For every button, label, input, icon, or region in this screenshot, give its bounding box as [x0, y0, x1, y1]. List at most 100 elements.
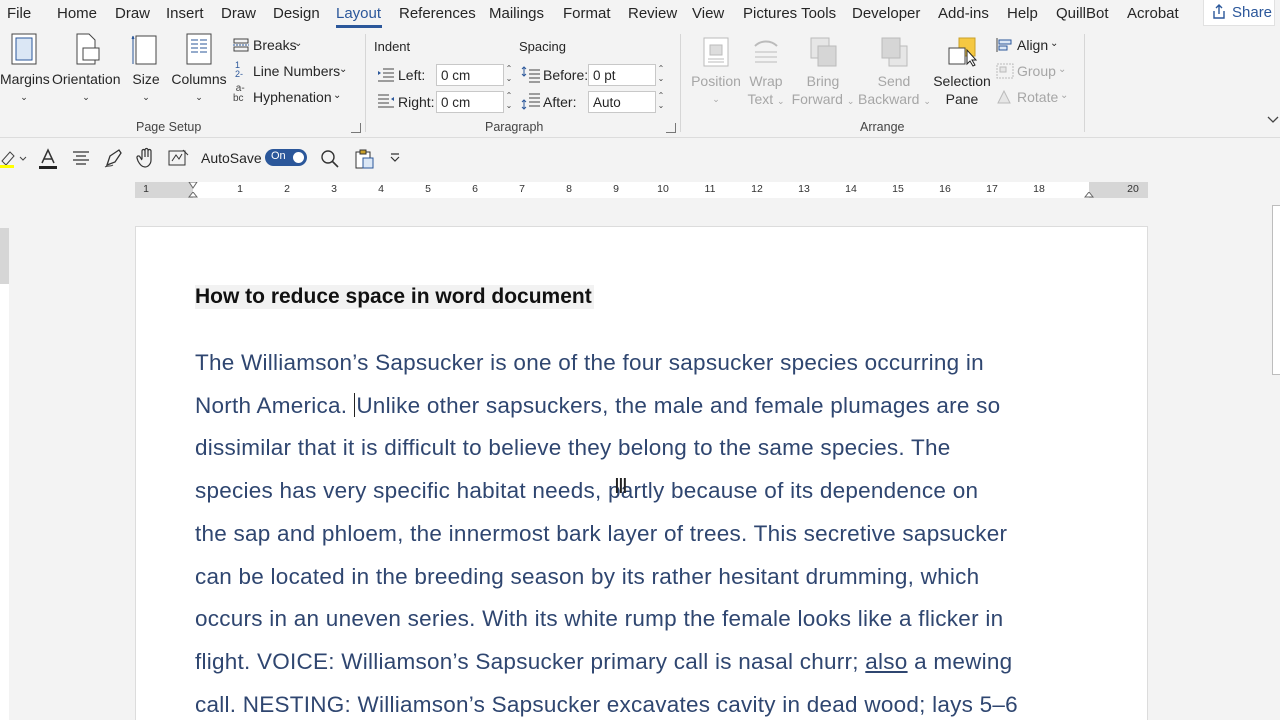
tab-pictures-tools[interactable]: Pictures Tools: [743, 5, 836, 22]
ruler-number: 12: [751, 183, 763, 195]
quick-access-toolbar: AutoSave On: [0, 139, 1280, 177]
ruler-number: 6: [472, 183, 478, 195]
bring-forward-button[interactable]: Bring Forward ⌄: [790, 36, 856, 110]
wrap-text-button[interactable]: Wrap Text ⌄: [744, 36, 788, 110]
ruler-number: 20: [1127, 183, 1139, 195]
spacing-after-input[interactable]: Auto: [588, 91, 656, 113]
tab-draw-2[interactable]: Draw: [221, 5, 256, 22]
tab-add-ins[interactable]: Add-ins: [938, 5, 989, 22]
indent-right-stepper[interactable]: ⌃ ⌄: [504, 91, 514, 113]
document-page[interactable]: How to reduce space in word document The…: [135, 226, 1148, 720]
bring-forward-icon: [810, 37, 837, 67]
paragraph-group-label: Paragraph: [485, 120, 544, 134]
columns-button[interactable]: Columns ⌄: [170, 32, 228, 106]
vertical-scrollbar[interactable]: [1266, 205, 1280, 720]
wrap-text-icon: [754, 40, 778, 63]
body-line[interactable]: species has very specific habitat needs,…: [195, 470, 1095, 513]
hanging-indent-marker[interactable]: [188, 192, 198, 200]
right-indent-marker[interactable]: [1084, 192, 1094, 200]
page-setup-group-label: Page Setup: [136, 120, 202, 134]
columns-icon: [186, 33, 212, 65]
touch-mode-icon[interactable]: [136, 147, 156, 169]
tab-file[interactable]: File: [7, 5, 31, 22]
document-body[interactable]: The Williamson’s Sapsucker is one of the…: [195, 342, 1095, 720]
body-line[interactable]: call. NESTING: Williamson’s Sapsucker ex…: [195, 684, 1095, 720]
align-icon: [996, 38, 1012, 52]
orientation-icon: [76, 33, 100, 65]
rotate-icon: [997, 89, 1011, 104]
paste-icon[interactable]: [353, 148, 375, 170]
mouse-ibeam-pointer: Ⅲ: [614, 476, 628, 498]
send-backward-button[interactable]: Send Backward ⌄: [858, 36, 931, 110]
selection-pane-icon: [948, 37, 978, 67]
indent-left-icon: [378, 68, 394, 82]
margins-button[interactable]: Margins ⌄: [0, 32, 50, 106]
indent-right-icon: [378, 94, 394, 108]
tab-review[interactable]: Review: [628, 5, 677, 22]
customize-toolbar-icon[interactable]: [389, 153, 401, 163]
tab-mailings[interactable]: Mailings: [489, 5, 544, 22]
tab-draw[interactable]: Draw: [115, 5, 150, 22]
position-button[interactable]: Position ⌄: [688, 36, 744, 108]
ink-to-text-icon[interactable]: [168, 149, 190, 167]
scrollbar-thumb[interactable]: [1272, 205, 1280, 375]
tab-design[interactable]: Design: [273, 5, 320, 22]
search-icon[interactable]: [320, 149, 340, 169]
indent-left-stepper[interactable]: ⌃ ⌄: [504, 64, 514, 86]
document-heading[interactable]: How to reduce space in word document: [195, 285, 594, 309]
spacing-before-stepper[interactable]: ⌃ ⌄: [656, 64, 666, 86]
ruler-number: 8: [566, 183, 572, 195]
ruler-number: 11: [704, 183, 716, 195]
vertical-ruler[interactable]: [0, 228, 9, 720]
share-button[interactable]: Share: [1203, 0, 1275, 26]
size-button[interactable]: Size ⌄: [128, 32, 164, 106]
body-line[interactable]: flight. VOICE: Williamson’s Sapsucker pr…: [195, 641, 1095, 684]
ruler-number: 4: [378, 183, 384, 195]
font-color-icon[interactable]: [38, 148, 58, 170]
tab-acrobat[interactable]: Acrobat: [1127, 5, 1179, 22]
body-line[interactable]: The Williamson’s Sapsucker is one of the…: [195, 342, 1095, 385]
indent-right-input[interactable]: 0 cm: [436, 91, 504, 113]
indent-left-label: Left:: [398, 67, 426, 83]
page-setup-launcher[interactable]: [351, 123, 361, 133]
tab-format[interactable]: Format: [563, 5, 611, 22]
tab-quillbot[interactable]: QuillBot: [1056, 5, 1109, 22]
collapse-ribbon-icon[interactable]: [1267, 116, 1279, 124]
pen-icon[interactable]: [103, 148, 125, 168]
align-center-icon[interactable]: [71, 150, 91, 166]
body-line[interactable]: North America. Unlike other sapsuckers, …: [195, 385, 1095, 428]
tab-home[interactable]: Home: [57, 5, 97, 22]
ruler-number: 9: [613, 183, 619, 195]
group-divider: [365, 34, 366, 132]
toggle-knob: [293, 152, 304, 163]
orientation-button[interactable]: Orientation ⌄: [52, 32, 120, 106]
paragraph-launcher[interactable]: [666, 123, 676, 133]
spacing-after-icon: [521, 93, 540, 110]
selection-pane-button[interactable]: Selection Pane: [932, 36, 992, 108]
vertical-ruler-margin: [0, 228, 9, 284]
ruler-number: 2: [284, 183, 290, 195]
body-line[interactable]: dissimilar that it is difficult to belie…: [195, 427, 1095, 470]
spacing-before-label: Before:: [543, 67, 589, 83]
tab-insert[interactable]: Insert: [166, 5, 204, 22]
autosave-toggle[interactable]: On: [265, 149, 307, 166]
spelling-flagged-word[interactable]: also: [865, 649, 907, 674]
indent-header: Indent: [374, 39, 411, 54]
indent-left-input[interactable]: 0 cm: [436, 64, 504, 86]
body-line[interactable]: can be located in the breeding season by…: [195, 556, 1095, 599]
body-line[interactable]: occurs in an uneven series. With its whi…: [195, 598, 1095, 641]
share-icon: [1213, 4, 1225, 19]
spacing-after-stepper[interactable]: ⌃ ⌄: [656, 91, 666, 113]
tab-layout[interactable]: Layout: [336, 5, 381, 22]
body-line[interactable]: the sap and phloem, the innermost bark l…: [195, 513, 1095, 556]
tab-help[interactable]: Help: [1007, 5, 1038, 22]
tab-view[interactable]: View: [692, 5, 724, 22]
tab-developer[interactable]: Developer: [852, 5, 920, 22]
highlighter-icon[interactable]: [0, 149, 28, 169]
indent-right-label: Right:: [398, 94, 435, 110]
horizontal-ruler[interactable]: 1 1 2 3 4 5 6 7 8 9 10 11 12 13 14 15 16…: [135, 182, 1148, 198]
group-divider: [1084, 34, 1085, 132]
spacing-before-input[interactable]: 0 pt: [588, 64, 656, 86]
tab-references[interactable]: References: [399, 5, 476, 22]
spacing-header: Spacing: [519, 39, 566, 54]
